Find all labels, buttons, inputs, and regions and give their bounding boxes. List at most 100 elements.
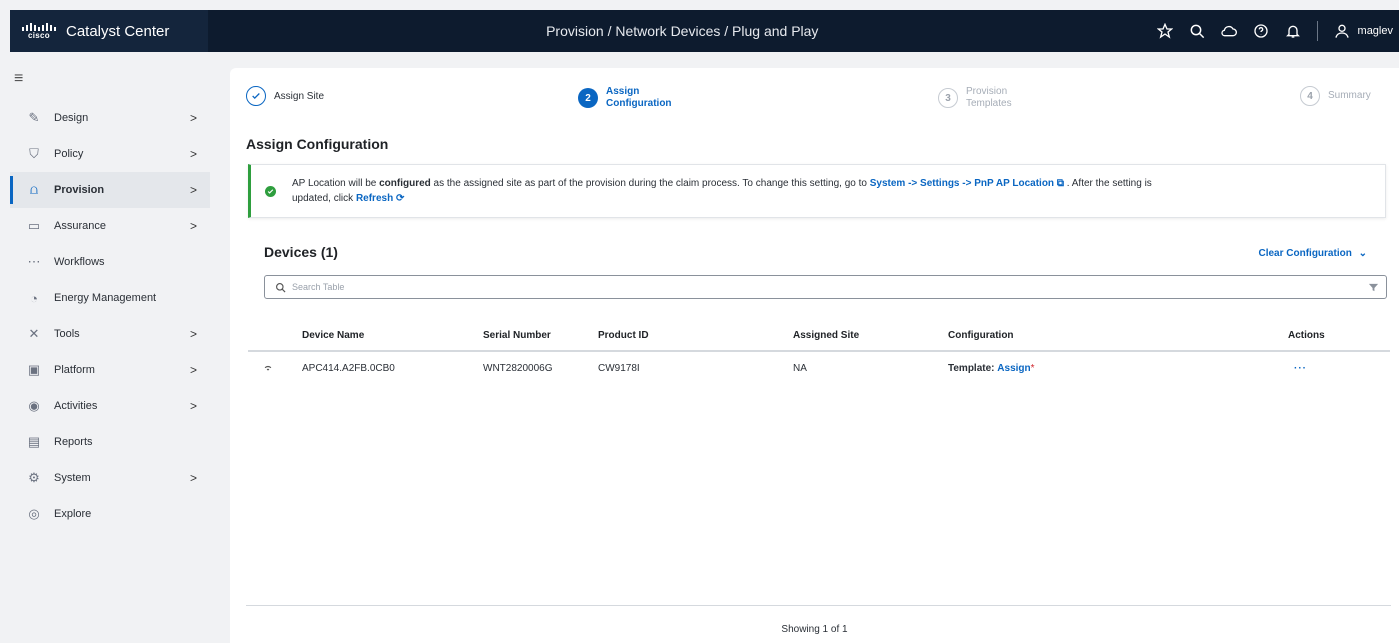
sidebar-item-reports[interactable]: ▤ Reports	[10, 424, 210, 460]
user-menu[interactable]: maglev	[1334, 23, 1393, 39]
sidebar-item-activities[interactable]: ◉ Activities >	[10, 388, 210, 424]
sidebar-item-label: Provision	[54, 184, 105, 196]
chevron-right-icon: >	[190, 111, 198, 125]
energy-icon: ◔	[30, 290, 38, 306]
sidebar-item-tools[interactable]: ✕ Tools >	[10, 316, 210, 352]
step-number: 3	[938, 88, 958, 108]
pagination-status: Showing 1 of 1	[781, 624, 848, 635]
step-label: Assign	[606, 86, 640, 97]
provision-icon: ⩍	[29, 182, 39, 197]
star-icon[interactable]	[1156, 23, 1173, 39]
brand[interactable]: cisco Catalyst Center	[10, 10, 208, 52]
breadcrumb: Provision / Network Devices / Plug and P…	[546, 23, 819, 39]
column-product-id[interactable]: Product ID	[598, 320, 649, 350]
platform-icon: ▣	[27, 362, 41, 377]
sidebar-item-label: System	[54, 472, 91, 484]
bell-icon[interactable]	[1285, 23, 1301, 39]
sidebar-item-policy[interactable]: ⛉ Policy >	[10, 136, 210, 172]
sidebar-item-system[interactable]: ⚙ System >	[10, 460, 210, 496]
sidebar-item-energy-management[interactable]: ◔ Energy Management	[10, 280, 210, 316]
search-icon[interactable]	[1189, 23, 1205, 39]
refresh-icon: ⟳	[395, 193, 405, 204]
section-title: Assign Configuration	[246, 136, 389, 152]
assigned-site: NA	[793, 362, 807, 374]
refresh-link[interactable]: Refresh ⟳	[356, 193, 404, 204]
sidebar-item-label: Policy	[54, 148, 84, 160]
toolbar-divider	[1316, 21, 1318, 41]
tools-icon: ✕	[28, 326, 40, 341]
workflows-icon: ⋯	[27, 254, 41, 269]
sidebar-item-design[interactable]: ✎ Design >	[10, 100, 210, 136]
help-icon[interactable]	[1253, 23, 1269, 39]
sidebar-item-label: Tools	[54, 328, 80, 340]
step-assign-configuration[interactable]: 2 Assign Configuration	[578, 86, 672, 110]
system-icon: ⚙	[28, 470, 40, 485]
design-icon: ✎	[28, 110, 40, 125]
external-link-icon: ⧉	[1056, 178, 1064, 189]
search-icon	[276, 282, 286, 292]
chevron-right-icon: >	[190, 327, 198, 341]
sidebar-item-label: Energy Management	[54, 292, 157, 304]
filter-icon[interactable]	[1360, 282, 1386, 293]
product-id: CW9178I	[598, 362, 640, 374]
stepper: Assign Site 2 Assign Configuration 3 Pro…	[246, 86, 1389, 120]
column-configuration[interactable]: Configuration	[948, 320, 1014, 350]
sidebar-item-explore[interactable]: ◎ Explore	[10, 496, 210, 532]
column-serial-number[interactable]: Serial Number	[483, 320, 551, 350]
devices-title: Devices (1)	[264, 244, 338, 260]
assign-template-link[interactable]: Assign	[997, 363, 1030, 374]
search-input[interactable]	[292, 282, 1360, 292]
top-bar: cisco Catalyst Center Provision / Networ…	[10, 10, 1399, 52]
column-assigned-site[interactable]: Assigned Site	[793, 320, 859, 350]
activities-icon: ◉	[28, 398, 40, 413]
sidebar: ≡ ✎ Design > ⛉ Policy > ⩍ Provision > ▭ Assurance >…	[10, 52, 220, 643]
table-row: APC414.A2FB.0CB0 WNT2820006G CW9178I NA …	[248, 352, 1390, 384]
step-label: Provision	[966, 86, 1008, 97]
step-label-line2: Templates	[966, 98, 1012, 109]
chevron-right-icon: >	[190, 147, 198, 161]
required-marker: *	[1030, 362, 1035, 374]
pnp-ap-location-link[interactable]: System -> Settings -> PnP AP Location ⧉	[870, 178, 1064, 189]
sidebar-item-label: Design	[54, 112, 89, 124]
search-box	[264, 275, 1387, 299]
sidebar-item-provision[interactable]: ⩍ Provision >	[10, 172, 210, 208]
step-label-line2: Configuration	[606, 98, 672, 109]
chevron-right-icon: >	[190, 399, 198, 413]
chevron-down-icon: ⌄	[1358, 248, 1367, 259]
sidebar-item-label: Platform	[54, 364, 95, 376]
chevron-right-icon: >	[190, 219, 198, 233]
chevron-right-icon: >	[190, 363, 198, 377]
sidebar-item-assurance[interactable]: ▭ Assurance >	[10, 208, 210, 244]
success-check-icon	[265, 185, 276, 197]
step-number: 2	[578, 88, 598, 108]
sidebar-item-label: Assurance	[54, 220, 106, 232]
reports-icon: ▤	[27, 434, 41, 449]
hamburger-icon[interactable]: ≡	[14, 70, 23, 88]
more-actions-icon[interactable]: ···	[1294, 352, 1307, 384]
main-panel: Assign Site 2 Assign Configuration 3 Pro…	[230, 68, 1399, 643]
clear-configuration-button[interactable]: Clear Configuration ⌄	[1258, 248, 1367, 259]
cloud-icon[interactable]	[1220, 23, 1237, 39]
banner-text: AP Location will be configured as the as…	[292, 178, 1152, 204]
serial-number: WNT2820006G	[483, 362, 553, 374]
cisco-logo: cisco	[22, 22, 56, 40]
configuration-cell: Template: Assign *	[948, 362, 1035, 374]
column-actions: Actions	[1288, 329, 1325, 341]
column-device-name[interactable]: Device Name	[302, 320, 364, 350]
chevron-right-icon: >	[190, 183, 198, 197]
user-icon	[1334, 24, 1349, 38]
username: maglev	[1357, 25, 1393, 37]
table-footer-divider	[246, 605, 1391, 606]
step-provision-templates[interactable]: 3 Provision Templates	[938, 86, 1012, 110]
cisco-wordmark: cisco	[28, 30, 50, 40]
sidebar-item-label: Reports	[54, 436, 93, 448]
devices-table: Device Name Serial Number Product ID Ass…	[248, 320, 1390, 384]
device-name[interactable]: APC414.A2FB.0CB0	[302, 352, 395, 384]
step-label: Assign Site	[274, 90, 325, 102]
step-number: 4	[1300, 86, 1320, 106]
sidebar-item-platform[interactable]: ▣ Platform >	[10, 352, 210, 388]
explore-icon: ◎	[28, 506, 40, 521]
step-assign-site[interactable]: Assign Site	[246, 86, 324, 106]
step-summary[interactable]: 4 Summary	[1300, 86, 1371, 106]
sidebar-item-workflows[interactable]: ⋯ Workflows	[10, 244, 210, 280]
